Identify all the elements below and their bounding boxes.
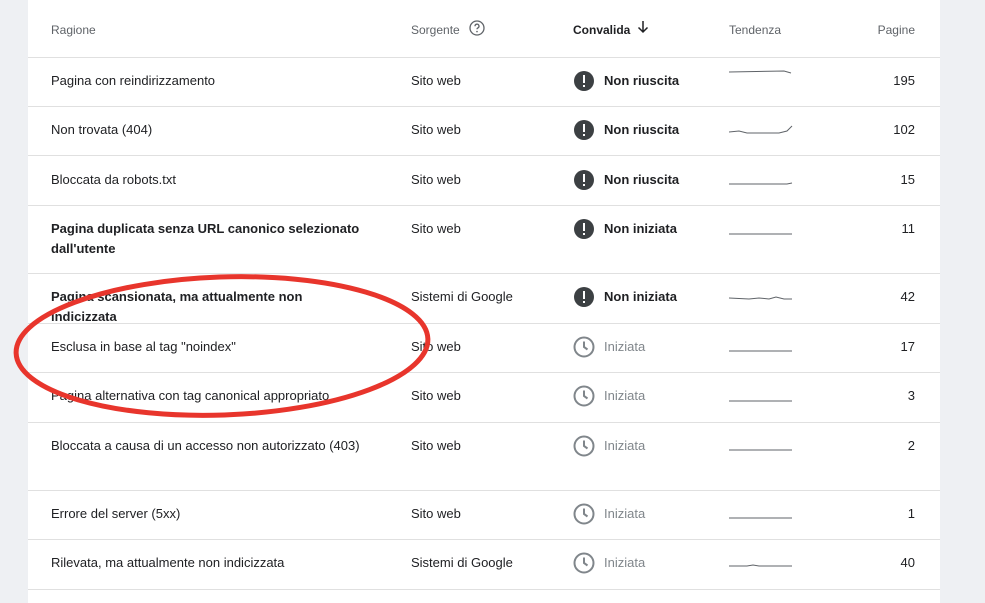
header-trend-label: Tendenza [729, 23, 782, 37]
row-reason: Non trovata (404) [51, 122, 153, 137]
row-validation: Non riuscita [573, 169, 679, 191]
table-row[interactable]: Pagina con reindirizzamento Sito web Non… [28, 58, 940, 107]
row-validation: Non iniziata [573, 218, 677, 240]
header-validation[interactable]: Convalida [573, 20, 650, 40]
row-reason: Bloccata da robots.txt [51, 172, 177, 187]
validation-status: Non riuscita [604, 122, 680, 137]
header-pages-label: Pagine [877, 23, 915, 37]
row-reason: Pagina alternativa con tag canonical app… [51, 388, 330, 403]
row-validation: Non riuscita [573, 119, 679, 141]
header-source[interactable]: Sorgente [411, 20, 485, 42]
table-row[interactable]: Pagina scansionata, ma attualmente non i… [28, 274, 940, 324]
row-pages: 195 [893, 73, 915, 88]
issues-table-card: Ragione Sorgente Convalida Tendenza Pagi… [28, 0, 940, 603]
row-pages: 17 [900, 339, 915, 354]
row-reason: Esclusa in base al tag "noindex" [51, 339, 236, 354]
validation-status: Non riuscita [604, 172, 680, 187]
clock-icon [573, 435, 595, 457]
help-circle-icon[interactable] [469, 20, 485, 42]
table-header-row: Ragione Sorgente Convalida Tendenza Pagi… [28, 0, 940, 58]
row-source: Sito web [411, 506, 461, 521]
header-pages[interactable]: Pagine [878, 20, 915, 40]
trend-sparkline [729, 70, 792, 74]
validation-status: Non riuscita [604, 73, 680, 88]
row-source: Sistemi di Google [411, 555, 513, 570]
row-source: Sito web [411, 339, 461, 354]
validation-status: Iniziata [604, 438, 646, 453]
validation-status: Iniziata [604, 388, 646, 403]
row-reason: Rilevata, ma attualmente non indicizzata [51, 555, 285, 570]
row-source: Sito web [411, 122, 461, 137]
table-row[interactable]: Non trovata (404) Sito web Non riuscita … [28, 107, 940, 156]
trend-sparkline [729, 517, 792, 519]
header-validation-label: Convalida [573, 23, 631, 37]
trend-sparkline [729, 125, 793, 134]
error-icon [574, 170, 594, 190]
trend-sparkline [729, 296, 792, 300]
row-reason: Errore del server (5xx) [51, 506, 181, 521]
header-reason-label: Ragione [51, 23, 96, 37]
row-pages: 3 [907, 388, 915, 403]
validation-status: Non iniziata [604, 289, 677, 304]
row-validation: Iniziata [573, 385, 645, 407]
row-validation: Non riuscita [573, 70, 679, 92]
error-icon [574, 219, 594, 239]
row-source: Sito web [411, 438, 461, 453]
validation-status: Non iniziata [604, 221, 677, 236]
row-reason: Pagina duplicata senza URL canonico sele… [51, 221, 360, 256]
table-row[interactable]: Pagina duplicata senza URL canonico sele… [28, 206, 940, 274]
table-row[interactable]: Pagina alternativa con tag canonical app… [28, 373, 940, 423]
header-trend: Tendenza [729, 20, 781, 40]
error-icon [574, 120, 594, 140]
trend-sparkline [729, 400, 792, 402]
row-pages: 2 [907, 438, 915, 453]
validation-status: Iniziata [604, 339, 646, 354]
header-reason[interactable]: Ragione [51, 20, 361, 40]
row-validation: Iniziata [573, 503, 645, 525]
row-validation: Iniziata [573, 552, 645, 574]
validation-status: Iniziata [604, 506, 646, 521]
row-validation: Non iniziata [573, 286, 677, 308]
row-source: Sito web [411, 73, 461, 88]
trend-sparkline [729, 564, 792, 567]
row-source: Sito web [411, 221, 461, 236]
row-pages: 1 [907, 506, 915, 521]
trend-sparkline [729, 233, 792, 235]
clock-icon [573, 503, 595, 525]
table-row[interactable]: Bloccata da robots.txt Sito web Non rius… [28, 156, 940, 206]
error-icon [574, 287, 594, 307]
row-reason: Pagina con reindirizzamento [51, 73, 216, 88]
row-validation: Iniziata [573, 336, 645, 358]
row-source: Sito web [411, 388, 461, 403]
row-pages: 40 [900, 555, 915, 570]
clock-icon [573, 552, 595, 574]
validation-status: Iniziata [604, 555, 646, 570]
trend-sparkline [729, 449, 792, 451]
table-row[interactable]: Esclusa in base al tag "noindex" Sito we… [28, 324, 940, 373]
table-row[interactable]: Errore del server (5xx) Sito web Iniziat… [28, 491, 940, 540]
trend-sparkline [729, 350, 792, 352]
row-reason: Pagina scansionata, ma attualmente non i… [51, 289, 303, 324]
arrow-down-icon[interactable] [636, 20, 650, 40]
clock-icon [573, 336, 595, 358]
row-source: Sistemi di Google [411, 289, 513, 304]
row-pages: 102 [893, 122, 915, 137]
clock-icon [573, 385, 595, 407]
table-row[interactable]: Rilevata, ma attualmente non indicizzata… [28, 540, 940, 590]
row-reason: Bloccata a causa di un accesso non autor… [51, 438, 360, 453]
table-row[interactable]: Bloccata a causa di un accesso non autor… [28, 423, 940, 491]
header-source-label: Sorgente [411, 23, 460, 38]
row-pages: 11 [901, 221, 916, 236]
row-pages: 42 [900, 289, 915, 304]
row-pages: 15 [900, 172, 915, 187]
error-icon [574, 71, 594, 91]
row-source: Sito web [411, 172, 461, 187]
trend-sparkline [729, 182, 793, 185]
row-validation: Iniziata [573, 435, 645, 457]
